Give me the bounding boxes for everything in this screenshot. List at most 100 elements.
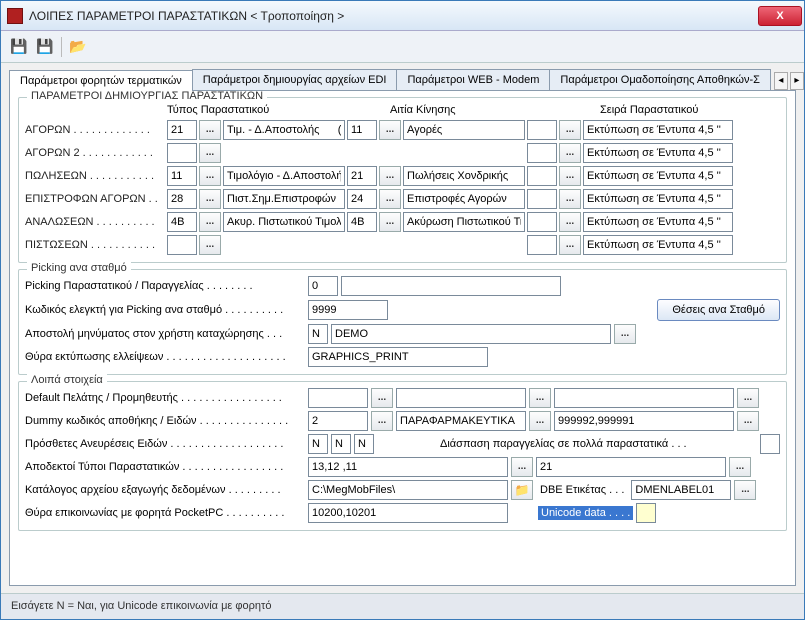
series-lookup[interactable]: ... [559,189,581,209]
supp-lookup2[interactable]: ... [737,388,759,408]
extra-search-3[interactable] [354,434,374,454]
type-code[interactable] [167,189,197,209]
row-label: ΑΓΟΡΩΝ . . . . . . . . . . . . . [25,124,165,136]
window: ΛΟΙΠΕΣ ΠΑΡΑΜΕΤΡΟΙ ΠΑΡΑΣΤΑΤΙΚΩΝ < Τροποπο… [0,0,805,620]
open-icon[interactable]: 📂 [68,37,88,57]
type-desc[interactable] [223,120,345,140]
default-cust[interactable] [308,388,368,408]
stations-button[interactable]: Θέσεις ανα Σταθμό [657,299,780,321]
save-icon[interactable]: 💾 [9,37,29,57]
series-lookup[interactable]: ... [559,120,581,140]
type-code[interactable] [167,120,197,140]
series-code[interactable] [527,143,557,163]
reason-lookup[interactable]: ... [379,166,401,186]
type-code[interactable] [167,212,197,232]
supp-lookup[interactable]: ... [529,388,551,408]
group-title: ΠΑΡΑΜΕΤΡΟΙ ΔΗΜΙΟΥΡΓΙΑΣ ΠΑΡΑΣΤΑΤΙΚΩΝ [27,91,267,102]
series-desc[interactable] [583,189,733,209]
tab-web-modem[interactable]: Παράμετροι WEB - Modem [396,69,550,90]
reason-desc[interactable] [403,189,525,209]
series-code[interactable] [527,235,557,255]
dummy-wh-desc[interactable] [396,411,526,431]
accepted-types-2[interactable] [536,457,726,477]
type-lookup[interactable]: ... [199,166,221,186]
save-as-icon[interactable]: 💾 [35,37,55,57]
export-dir[interactable] [308,480,508,500]
reason-desc[interactable] [403,120,525,140]
reason-code[interactable] [347,212,377,232]
dbe-lookup[interactable]: ... [734,480,756,500]
series-lookup[interactable]: ... [559,166,581,186]
send-msg-flag[interactable] [308,324,328,344]
controller-code[interactable] [308,300,388,320]
label-split: Διάσπαση παραγγελίας σε πολλά παραστατικ… [440,438,757,450]
dummy-wh-code[interactable] [308,411,368,431]
docrow: ΠΩΛΗΣΕΩΝ . . . . . . . . . . . ... ... .… [25,166,780,186]
type-code[interactable] [167,235,197,255]
series-lookup[interactable]: ... [559,212,581,232]
pocketpc-ports[interactable] [308,503,508,523]
series-desc[interactable] [583,235,733,255]
type-desc[interactable] [223,189,345,209]
type-desc[interactable] [223,166,345,186]
type-desc[interactable] [223,212,345,232]
series-desc[interactable] [583,166,733,186]
series-lookup[interactable]: ... [559,235,581,255]
extra-search-2[interactable] [331,434,351,454]
series-desc[interactable] [583,143,733,163]
docrow: ΕΠΙΣΤΡΟΦΩΝ ΑΓΟΡΩΝ . . ... ... ... [25,189,780,209]
unicode-flag[interactable] [636,503,656,523]
split-order-flag[interactable] [760,434,780,454]
reason-desc[interactable] [403,212,525,232]
series-code[interactable] [527,212,557,232]
tab-portable-terminals[interactable]: Παράμετροι φορητών τερματικών [9,70,193,91]
type-code[interactable] [167,143,197,163]
picking-desc[interactable] [341,276,561,296]
type-lookup[interactable]: ... [199,120,221,140]
reason-lookup[interactable]: ... [379,212,401,232]
tab-nav-left[interactable]: ◂ [774,72,788,90]
item-lookup[interactable]: ... [529,411,551,431]
types-lookup2[interactable]: ... [729,457,751,477]
type-code[interactable] [167,166,197,186]
print-port[interactable] [308,347,488,367]
type-lookup[interactable]: ... [199,143,221,163]
reason-code[interactable] [347,189,377,209]
extra-search-1[interactable] [308,434,328,454]
item-lookup2[interactable]: ... [737,411,759,431]
dbe-label-value[interactable] [631,480,731,500]
series-code[interactable] [527,189,557,209]
default-supp-desc[interactable] [554,388,734,408]
row-label: ΑΓΟΡΩΝ 2 . . . . . . . . . . . . [25,147,165,159]
series-code[interactable] [527,120,557,140]
close-button[interactable]: X [758,6,802,26]
send-msg-user[interactable] [331,324,611,344]
reason-desc[interactable] [403,166,525,186]
tab-edi[interactable]: Παράμετροι δημιουργίας αρχείων EDI [192,69,398,90]
browse-folder-icon[interactable]: 📁 [511,480,533,500]
cust-lookup[interactable]: ... [371,388,393,408]
tab-warehouse-grouping[interactable]: Παράμετροι Ομαδοποίησης Αποθηκών-Σ [549,69,771,90]
type-lookup[interactable]: ... [199,189,221,209]
reason-code[interactable] [347,166,377,186]
default-cust-desc[interactable] [396,388,526,408]
wh-lookup[interactable]: ... [371,411,393,431]
type-lookup[interactable]: ... [199,212,221,232]
types-lookup[interactable]: ... [511,457,533,477]
tab-nav-right[interactable]: ▸ [790,72,804,90]
accepted-types-1[interactable] [308,457,508,477]
toolbar-separator [61,37,62,57]
series-desc[interactable] [583,120,733,140]
user-lookup[interactable]: ... [614,324,636,344]
type-lookup[interactable]: ... [199,235,221,255]
label: Αποστολή μηνύματος στον χρήστη καταχώρησ… [25,328,305,340]
series-code[interactable] [527,166,557,186]
dummy-item-codes[interactable] [554,411,734,431]
picking-mode[interactable] [308,276,338,296]
reason-lookup[interactable]: ... [379,120,401,140]
reason-code[interactable] [347,120,377,140]
series-desc[interactable] [583,212,733,232]
reason-lookup[interactable]: ... [379,189,401,209]
series-lookup[interactable]: ... [559,143,581,163]
row-label: ΠΩΛΗΣΕΩΝ . . . . . . . . . . . [25,170,165,182]
